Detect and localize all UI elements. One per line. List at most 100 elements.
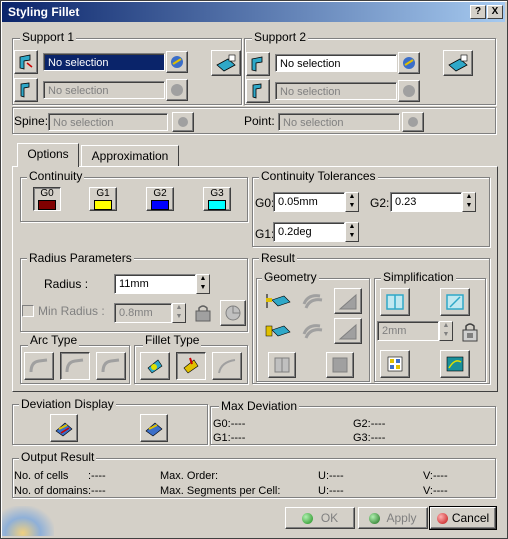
spine-field[interactable]: No selection bbox=[48, 113, 168, 131]
geometry-extrapolate2-icon[interactable] bbox=[334, 318, 362, 344]
geometry-trim-face-icon[interactable] bbox=[262, 288, 294, 314]
support2-curve-field[interactable]: No selection bbox=[275, 82, 397, 100]
point-tools-icon[interactable] bbox=[402, 112, 424, 132]
continuity-g1-button[interactable]: G1 bbox=[89, 187, 117, 211]
support2-field[interactable]: No selection bbox=[275, 54, 397, 72]
min-radius-lock-icon[interactable] bbox=[192, 302, 214, 324]
radius-spinner[interactable]: ▲ ▼ bbox=[196, 274, 210, 294]
continuity-g0-button[interactable]: G0 bbox=[33, 187, 61, 211]
g0-label: G0 bbox=[40, 188, 54, 199]
help-button[interactable]: ? bbox=[470, 5, 486, 19]
deviation-display-curve-icon[interactable] bbox=[140, 414, 168, 442]
continuity-label: Continuity bbox=[27, 169, 85, 183]
support2-surface-icon[interactable] bbox=[246, 52, 270, 76]
support2-tools-icon[interactable] bbox=[398, 52, 420, 74]
no-of-cells-value: :---- bbox=[88, 470, 106, 482]
catia-logo bbox=[2, 506, 54, 536]
fillet-type-chordal-icon[interactable] bbox=[176, 352, 206, 380]
simplification-tolerance-input[interactable]: 2mm bbox=[377, 321, 439, 341]
support1-curve-tools-icon[interactable] bbox=[166, 79, 188, 101]
max-deviation-label: Max Deviation bbox=[219, 399, 300, 413]
arc-type-exact-icon[interactable] bbox=[96, 352, 126, 380]
max-dev-g3: G3:---- bbox=[353, 432, 386, 444]
cancel-icon bbox=[436, 512, 448, 524]
simplification-surface-icon[interactable] bbox=[440, 350, 470, 378]
g1-tolerance-spinner[interactable]: ▲ ▼ bbox=[345, 222, 359, 242]
ok-button[interactable]: OK bbox=[285, 507, 355, 529]
simplification-lock-icon[interactable] bbox=[458, 320, 482, 344]
min-radius-label: Min Radius : bbox=[38, 304, 105, 318]
min-radius-checkbox[interactable] bbox=[22, 305, 34, 317]
support2-curve-tools-icon[interactable] bbox=[398, 80, 420, 102]
simplification-label: Simplification bbox=[381, 270, 456, 284]
arc-type-approx-icon[interactable] bbox=[60, 352, 90, 380]
support2-trim-icon[interactable] bbox=[443, 50, 473, 76]
tab-options[interactable]: Options bbox=[17, 143, 79, 167]
radius-input[interactable]: 11mm bbox=[114, 274, 196, 294]
min-radius-display-icon[interactable] bbox=[220, 300, 246, 326]
support2-curve-icon[interactable] bbox=[246, 79, 270, 103]
geometry-extrapolate-icon[interactable] bbox=[334, 288, 362, 314]
output-v2: V:---- bbox=[423, 485, 448, 497]
geometry-label: Geometry bbox=[262, 270, 319, 284]
ok-icon bbox=[301, 512, 313, 524]
cancel-button[interactable]: Cancel bbox=[429, 506, 497, 530]
support1-surface-icon[interactable] bbox=[14, 50, 38, 74]
fillet-type-minimal-icon[interactable] bbox=[212, 352, 242, 380]
g2-tol-label: G2: bbox=[370, 196, 390, 210]
support1-curve-icon[interactable] bbox=[14, 78, 38, 102]
g1-label: G1 bbox=[96, 188, 110, 199]
g0-tol-label: G0: bbox=[255, 196, 275, 210]
geometry-merge-icon[interactable] bbox=[298, 318, 326, 344]
geometry-small-surfaces-icon[interactable] bbox=[262, 318, 294, 344]
max-dev-g1: G1:---- bbox=[213, 432, 246, 444]
support2-label: Support 2 bbox=[252, 30, 309, 44]
spine-label: Spine: bbox=[14, 114, 49, 128]
cancel-label: Cancel bbox=[451, 511, 490, 525]
apply-button[interactable]: Apply bbox=[358, 507, 428, 529]
g3-label: G3 bbox=[210, 188, 224, 199]
simplification-spinner[interactable]: ▲ ▼ bbox=[439, 321, 453, 341]
title-bar[interactable]: Styling Fillet ? X bbox=[2, 2, 505, 22]
point-field[interactable]: No selection bbox=[278, 113, 400, 131]
max-order-label: Max. Order: bbox=[160, 470, 219, 482]
tab-approximation[interactable]: Approximation bbox=[81, 145, 179, 167]
g3-swatch bbox=[208, 200, 226, 210]
fillet-type-label: Fillet Type bbox=[143, 333, 202, 347]
window-title: Styling Fillet bbox=[8, 5, 80, 19]
output-u1: U:---- bbox=[318, 470, 344, 482]
support1-field[interactable]: No selection bbox=[43, 53, 165, 71]
g1-tol-label: G1: bbox=[255, 227, 275, 241]
deviation-display-label: Deviation Display bbox=[19, 397, 116, 411]
g0-tolerance-input[interactable]: 0.05mm bbox=[273, 192, 345, 212]
g2-swatch bbox=[151, 200, 169, 210]
spine-tools-icon[interactable] bbox=[172, 112, 194, 132]
g2-tolerance-input[interactable]: 0.23 bbox=[390, 192, 462, 212]
simplification-split-icon[interactable] bbox=[380, 288, 410, 316]
support1-curve-field[interactable]: No selection bbox=[43, 81, 165, 99]
point-label: Point: bbox=[244, 114, 275, 128]
arc-type-blend-icon[interactable] bbox=[24, 352, 54, 380]
radius-label: Radius : bbox=[44, 277, 89, 291]
apply-icon bbox=[369, 512, 381, 524]
continuity-g3-button[interactable]: G3 bbox=[203, 187, 231, 211]
geometry-split-icon[interactable] bbox=[268, 352, 296, 378]
g0-tolerance-spinner[interactable]: ▲ ▼ bbox=[345, 192, 359, 212]
ok-label: OK bbox=[320, 511, 339, 525]
close-button[interactable]: X bbox=[487, 5, 503, 19]
simplification-diagonal-icon[interactable] bbox=[440, 288, 470, 316]
continuity-g2-button[interactable]: G2 bbox=[146, 187, 174, 211]
min-radius-spinner[interactable]: ▲ ▼ bbox=[172, 303, 186, 323]
support1-tools-icon[interactable] bbox=[166, 51, 188, 73]
geometry-trim-support-icon[interactable] bbox=[298, 288, 326, 314]
g2-label: G2 bbox=[153, 188, 167, 199]
geometry-fill-icon[interactable] bbox=[326, 352, 354, 378]
support1-trim-icon[interactable] bbox=[211, 50, 241, 76]
deviation-display-surface-icon[interactable] bbox=[50, 414, 78, 442]
g2-tolerance-spinner[interactable]: ▲ ▼ bbox=[462, 192, 476, 212]
max-segments-label: Max. Segments per Cell: bbox=[160, 485, 281, 497]
g1-tolerance-input[interactable]: 0.2deg bbox=[273, 222, 345, 242]
simplification-grid-icon[interactable] bbox=[380, 350, 410, 378]
min-radius-input[interactable]: 0.8mm bbox=[114, 303, 172, 323]
fillet-type-variable-icon[interactable] bbox=[140, 352, 170, 380]
